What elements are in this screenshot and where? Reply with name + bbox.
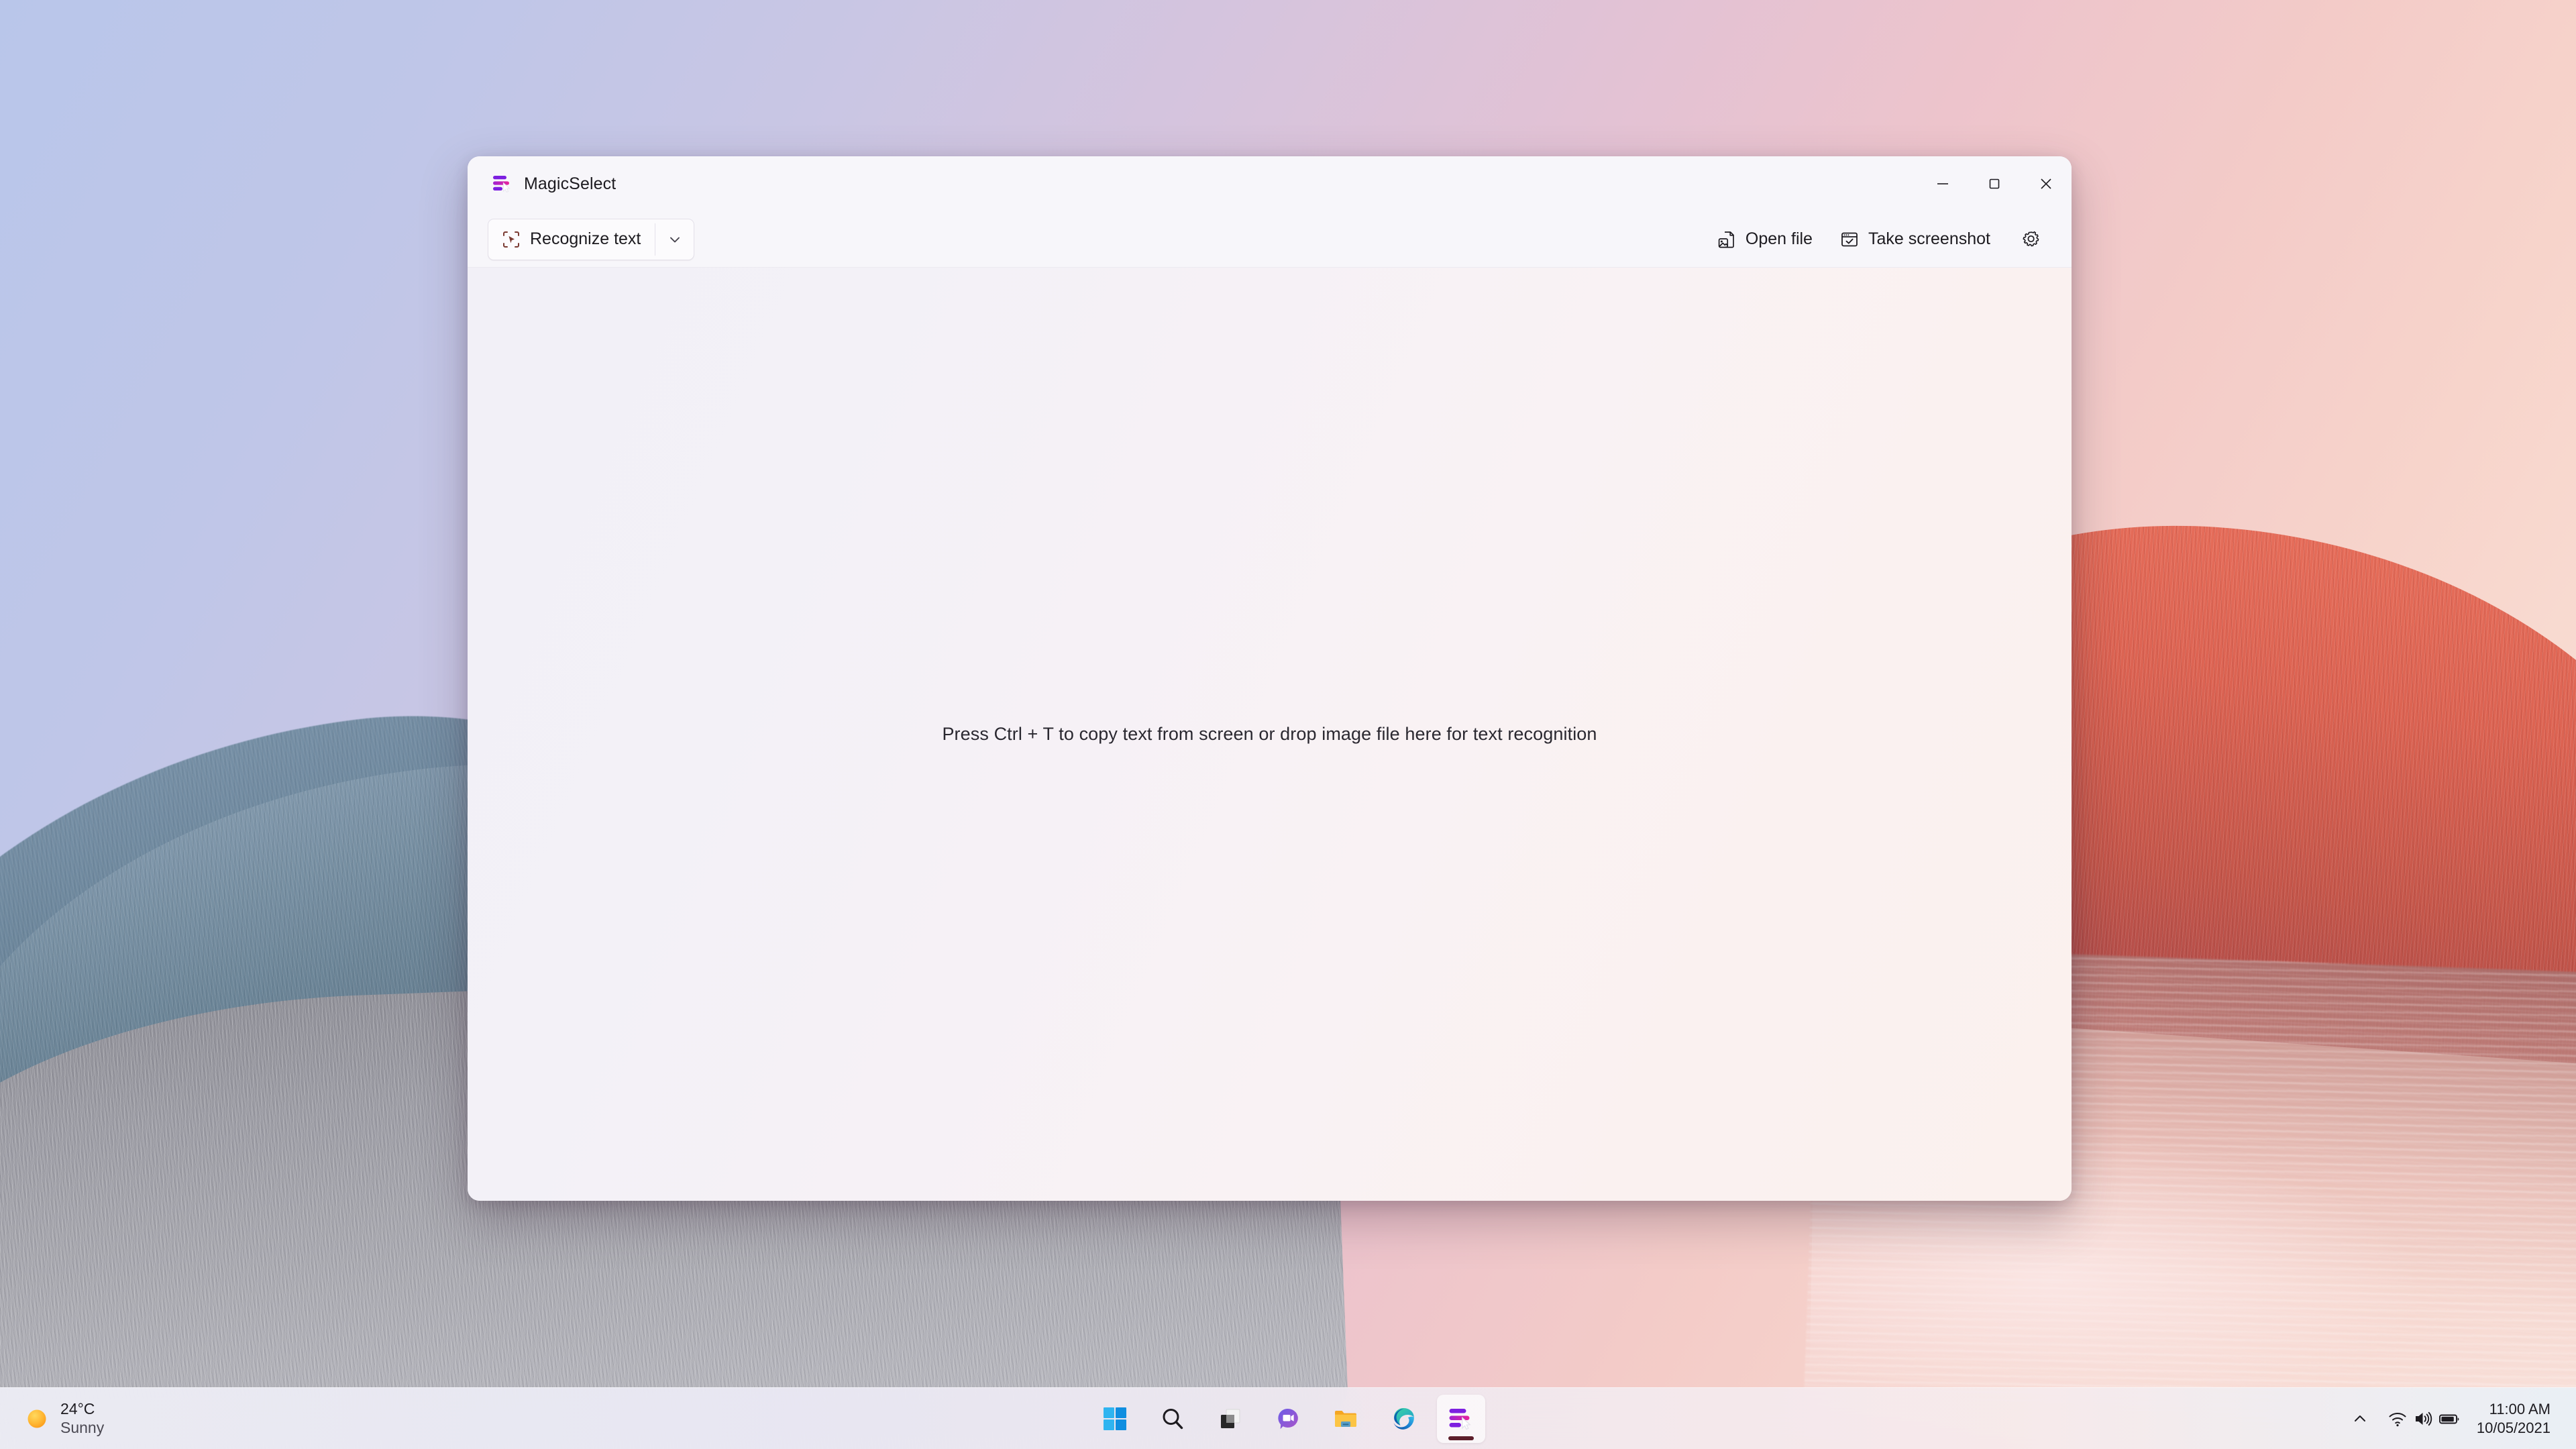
gear-icon: [2023, 231, 2039, 246]
taskbar-apps: [1091, 1394, 1485, 1443]
recognize-text-label: Recognize text: [530, 229, 641, 248]
wifi-icon: [2389, 1412, 2406, 1426]
maximize-icon: [1989, 178, 1999, 189]
open-file-button[interactable]: Open file: [1705, 219, 1824, 260]
maximize-button[interactable]: [1968, 156, 2020, 211]
clock-button[interactable]: 11:00 AM 10/05/2021: [2470, 1395, 2561, 1443]
taskbar: 24°C Sunny 11:00 AM 10/05/2021: [0, 1387, 2576, 1449]
weather-temperature: 24°C: [60, 1399, 95, 1417]
app-toolbar: Recognize text Open file Take screenshot: [468, 211, 2072, 268]
search-button[interactable]: [1148, 1395, 1197, 1443]
magicselect-window: MagicSelect Recognize text Open file Tak…: [468, 156, 2072, 1201]
take-screenshot-label: Take screenshot: [1868, 229, 1990, 248]
show-hidden-icons-button[interactable]: [2343, 1397, 2377, 1441]
recognize-text-dropdown-button[interactable]: [655, 219, 694, 260]
titlebar-left: MagicSelect: [468, 173, 616, 195]
volume-icon: [2415, 1411, 2432, 1426]
settings-button[interactable]: [2012, 220, 2051, 259]
chevron-down-icon: [669, 237, 680, 242]
open-file-label: Open file: [1745, 229, 1813, 248]
text-recognition-dropzone[interactable]: Press Ctrl + T to copy text from screen …: [468, 268, 2072, 1201]
clock-time: 11:00 AM: [2489, 1401, 2551, 1417]
chat-video-icon: [1278, 1408, 1298, 1429]
window-title: MagicSelect: [524, 174, 616, 193]
dropzone-hint-text: Press Ctrl + T to copy text from screen …: [942, 724, 1597, 744]
search-icon: [1163, 1408, 1183, 1429]
magicselect-logo-icon: [1449, 1408, 1471, 1430]
magicselect-taskbar-button[interactable]: [1437, 1394, 1485, 1443]
system-tray: 11:00 AM 10/05/2021: [2343, 1395, 2576, 1443]
edge-logo-icon: [1393, 1407, 1414, 1430]
clock-date: 10/05/2021: [2476, 1419, 2551, 1436]
image-file-icon: [1718, 231, 1734, 248]
take-screenshot-button[interactable]: Take screenshot: [1828, 219, 2002, 260]
window-controls: [1917, 156, 2072, 211]
chevron-up-icon: [2354, 1415, 2365, 1421]
start-button[interactable]: [1091, 1395, 1139, 1443]
battery-icon: [2438, 1414, 2459, 1424]
close-icon: [2040, 178, 2051, 189]
task-view-icon: [1221, 1409, 1240, 1428]
weather-widget[interactable]: 24°C Sunny: [9, 1392, 119, 1446]
magicselect-logo-icon: [493, 176, 511, 193]
sun-icon: [28, 1409, 46, 1428]
minimize-button[interactable]: [1917, 156, 1968, 211]
task-view-button[interactable]: [1206, 1395, 1254, 1443]
toolbar-actions: Open file Take screenshot: [1705, 219, 2051, 260]
selection-cursor-icon: [503, 231, 519, 248]
window-check-icon: [1841, 232, 1858, 246]
recognize-text-split-button[interactable]: Recognize text: [488, 218, 695, 260]
folder-icon: [1335, 1410, 1356, 1427]
weather-condition: Sunny: [60, 1418, 105, 1436]
edge-button[interactable]: [1379, 1395, 1428, 1443]
windows-logo-icon: [1104, 1407, 1126, 1430]
recognize-text-button[interactable]: Recognize text: [488, 219, 655, 260]
minimize-icon: [1937, 183, 1948, 184]
quick-settings-button[interactable]: [2379, 1397, 2469, 1441]
window-titlebar[interactable]: MagicSelect: [468, 156, 2072, 211]
chat-button[interactable]: [1264, 1395, 1312, 1443]
desktop: MagicSelect Recognize text Open file Tak…: [0, 0, 2576, 1449]
close-button[interactable]: [2020, 156, 2072, 211]
weather-text: 24°C Sunny: [60, 1400, 104, 1437]
file-explorer-button[interactable]: [1322, 1395, 1370, 1443]
